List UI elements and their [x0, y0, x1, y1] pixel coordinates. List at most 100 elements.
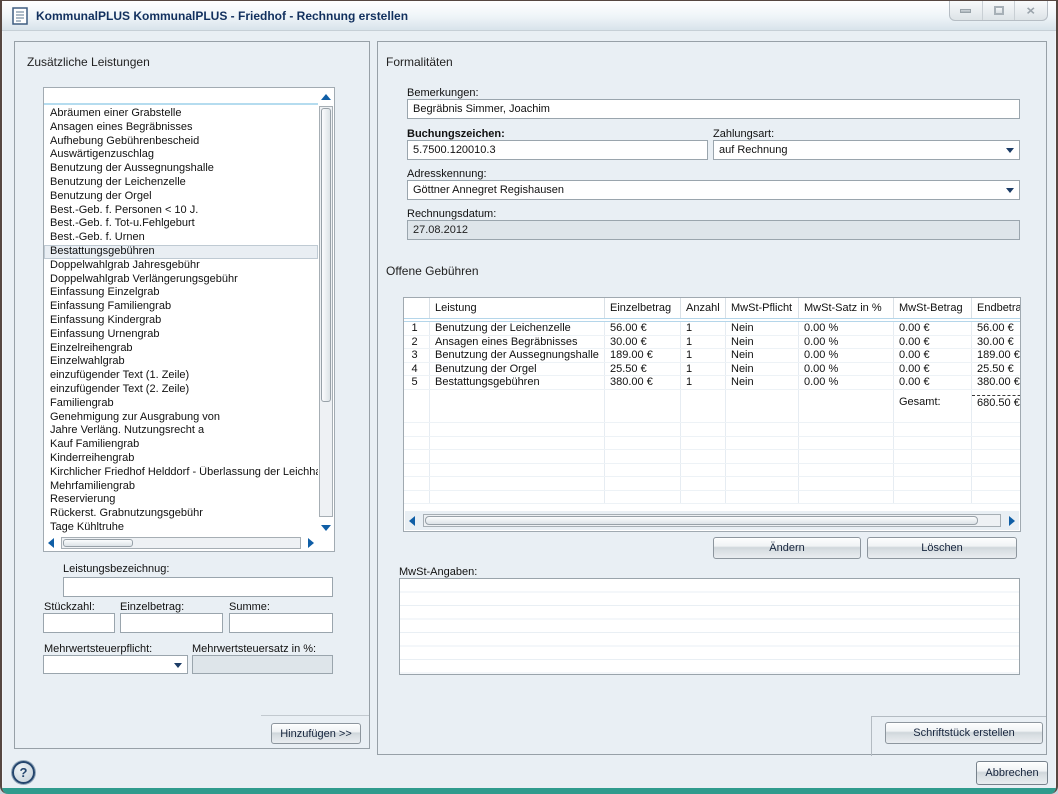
- table-cell: [605, 491, 681, 504]
- list-item[interactable]: Einfassung Familiengrab: [44, 300, 318, 314]
- scroll-up-icon[interactable]: [319, 90, 333, 104]
- abbrechen-button[interactable]: Abbrechen: [976, 761, 1048, 785]
- horizontal-scroll-track[interactable]: [61, 537, 301, 549]
- list-item[interactable]: einzufügender Text (1. Zeile): [44, 369, 318, 383]
- table-row[interactable]: 1Benutzung der Leichenzelle56.00 €1Nein0…: [404, 322, 1020, 336]
- table-cell: 380.00 €: [605, 376, 681, 389]
- aendern-button[interactable]: Ändern: [713, 537, 861, 559]
- list-item[interactable]: Mehrfamiliengrab: [44, 480, 318, 494]
- list-item[interactable]: Genehmigung zur Ausgrabung von: [44, 411, 318, 425]
- mwst-angaben-box[interactable]: [399, 578, 1020, 675]
- titlebar: KommunalPLUS KommunalPLUS - Friedhof - R…: [2, 1, 1056, 31]
- table-row[interactable]: 4Benutzung der Orgel25.50 €1Nein0.00 %0.…: [404, 363, 1020, 377]
- right-footer-divider-vertical: [871, 716, 872, 756]
- help-button[interactable]: ?: [12, 761, 35, 784]
- table-row[interactable]: 2Ansagen eines Begräbnisses30.00 €1Nein0…: [404, 336, 1020, 350]
- close-button[interactable]: ×: [1015, 1, 1047, 20]
- table-cell: [681, 491, 726, 504]
- list-item[interactable]: Best.-Geb. f. Tot-u.Fehlgeburt: [44, 217, 318, 231]
- list-item[interactable]: Best.-Geb. f. Urnen: [44, 231, 318, 245]
- list-item[interactable]: Einzelreihengrab: [44, 342, 318, 356]
- hinzufuegen-button[interactable]: Hinzufügen >>: [271, 723, 361, 744]
- table-cell: Ansagen eines Begräbnisses: [430, 336, 605, 349]
- list-item[interactable]: Auswärtigenzuschlag: [44, 148, 318, 162]
- list-item[interactable]: Doppelwahlgrab Jahresgebühr: [44, 259, 318, 273]
- label-rechnungsdatum: Rechnungsdatum:: [407, 208, 496, 220]
- table-row[interactable]: 3Benutzung der Aussegnungshalle189.00 €1…: [404, 349, 1020, 363]
- loeschen-button[interactable]: Löschen: [867, 537, 1017, 559]
- scroll-down-icon[interactable]: [319, 521, 333, 535]
- table-cell: [894, 477, 972, 490]
- table-cell: [404, 477, 430, 490]
- table-cell: [681, 423, 726, 436]
- mehrwertsteuerpflicht-combo[interactable]: [43, 655, 188, 674]
- leistungsbezeichnung-input[interactable]: [63, 577, 333, 597]
- list-item[interactable]: Familiengrab: [44, 397, 318, 411]
- vertical-scroll-thumb[interactable]: [321, 108, 331, 402]
- list-item[interactable]: Einfassung Urnengrab: [44, 328, 318, 342]
- schriftstueck-button[interactable]: Schriftstück erstellen: [885, 722, 1043, 744]
- table-header-cell[interactable]: Einzelbetrag: [605, 298, 681, 318]
- adresskennung-combo[interactable]: Göttner Annegret Regishausen: [407, 180, 1020, 200]
- list-vertical-scrollbar[interactable]: [318, 88, 334, 535]
- list-item[interactable]: Best.-Geb. f. Personen < 10 J.: [44, 204, 318, 218]
- list-item[interactable]: Einfassung Einzelgrab: [44, 286, 318, 300]
- table-hscroll-thumb[interactable]: [425, 516, 978, 525]
- table-hscroll-track[interactable]: [423, 514, 1001, 527]
- maximize-button[interactable]: [983, 1, 1016, 20]
- table-cell: [404, 410, 430, 423]
- table-horizontal-scrollbar[interactable]: [405, 511, 1019, 530]
- list-item[interactable]: Kinderreihengrab: [44, 452, 318, 466]
- table-header-cell[interactable]: [404, 298, 430, 318]
- list-item[interactable]: Doppelwahlgrab Verlängerungsgebühr: [44, 273, 318, 287]
- scroll-right-icon[interactable]: [304, 536, 318, 550]
- list-item[interactable]: Benutzung der Orgel: [44, 190, 318, 204]
- list-item[interactable]: Benutzung der Leichenzelle: [44, 176, 318, 190]
- horizontal-scroll-thumb[interactable]: [63, 539, 133, 547]
- table-header-cell[interactable]: MwSt-Satz in %: [799, 298, 894, 318]
- list-item[interactable]: Rückerst. Grabnutzungsgebühr: [44, 507, 318, 521]
- list-item[interactable]: Ansagen eines Begräbnisses: [44, 121, 318, 135]
- list-item[interactable]: Einzelwahlgrab: [44, 355, 318, 369]
- list-item[interactable]: einzufügender Text (2. Zeile): [44, 383, 318, 397]
- table-header-cell[interactable]: MwSt-Betrag: [894, 298, 972, 318]
- table-header-cell[interactable]: Endbetrag: [972, 298, 1021, 318]
- list-horizontal-scrollbar[interactable]: [44, 535, 318, 551]
- list-item[interactable]: Aufhebung Gebührenbescheid: [44, 135, 318, 149]
- einzelbetrag-input[interactable]: [120, 613, 223, 633]
- scroll-left-icon[interactable]: [405, 514, 419, 528]
- table-cell: [605, 464, 681, 477]
- list-item[interactable]: Abräumen einer Grabstelle: [44, 107, 318, 121]
- table-row: [404, 437, 1020, 451]
- list-item[interactable]: Reservierung: [44, 493, 318, 507]
- list-item[interactable]: Jahre Verläng. Nutzungsrecht a: [44, 424, 318, 438]
- list-item[interactable]: Einfassung Kindergrab: [44, 314, 318, 328]
- list-item[interactable]: Bestattungsgebühren: [44, 245, 318, 259]
- bemerkungen-input[interactable]: [407, 99, 1020, 119]
- fees-table: LeistungEinzelbetragAnzahlMwSt-PflichtMw…: [403, 297, 1021, 532]
- scroll-left-icon[interactable]: [44, 536, 58, 550]
- minimize-button[interactable]: [950, 1, 983, 20]
- chevron-down-icon: [174, 663, 182, 668]
- list-item[interactable]: Kauf Familiengrab: [44, 438, 318, 452]
- scroll-right-icon[interactable]: [1005, 514, 1019, 528]
- vertical-scroll-track[interactable]: [319, 106, 333, 517]
- table-body: 1Benutzung der Leichenzelle56.00 €1Nein0…: [404, 322, 1020, 504]
- label-zahlungsart: Zahlungsart:: [713, 128, 774, 140]
- table-row[interactable]: 5Bestattungsgebühren380.00 €1Nein0.00 %0…: [404, 376, 1020, 390]
- table-header-cell[interactable]: MwSt-Pflicht: [726, 298, 799, 318]
- list-item[interactable]: Benutzung der Aussegnungshalle: [44, 162, 318, 176]
- stueckzahl-input[interactable]: [43, 613, 115, 633]
- table-header-cell[interactable]: Leistung: [430, 298, 605, 318]
- list-item[interactable]: Kirchlicher Friedhof Helddorf - Überlass…: [44, 466, 318, 480]
- formalities-panel: Formalitäten Bemerkungen: Buchungszeiche…: [377, 41, 1047, 755]
- table-header-cell[interactable]: Anzahl: [681, 298, 726, 318]
- zahlungsart-combo[interactable]: auf Rechnung: [713, 140, 1020, 160]
- list-item[interactable]: Tage Kühltruhe: [44, 521, 318, 535]
- total-label-cell: Gesamt:: [894, 395, 972, 410]
- buchungszeichen-input[interactable]: [407, 140, 708, 160]
- summe-input[interactable]: [229, 613, 333, 633]
- table-cell: 1: [681, 322, 726, 335]
- table-cell: [404, 437, 430, 450]
- list-filter-row[interactable]: [44, 88, 318, 105]
